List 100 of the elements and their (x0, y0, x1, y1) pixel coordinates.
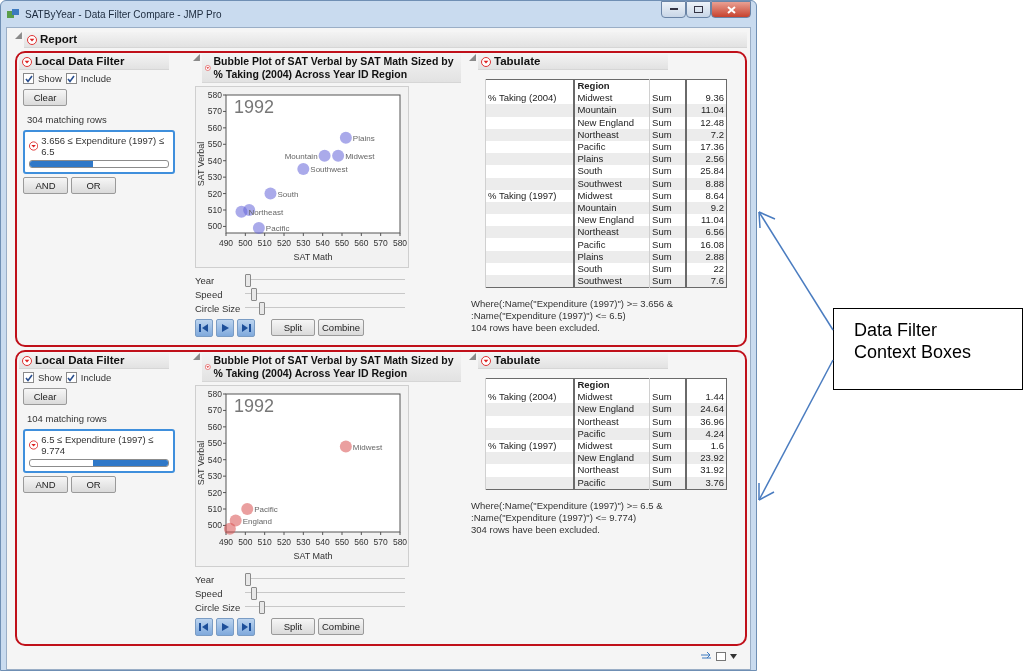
axis-tick-label: 530 (207, 471, 222, 482)
logic-button[interactable]: OR (71, 476, 116, 493)
axis-tick-label: 490 (218, 238, 234, 248)
axis-tick-label: 580 (392, 537, 408, 547)
table-cell: Sum (649, 128, 686, 141)
matching-rows-count: 104 matching rows (27, 413, 107, 424)
table-cell: Sum (649, 415, 686, 428)
outline-header[interactable]: Bubble Plot of SAT Verbal by SAT Math Sized by % Taking (2004) Across Year ID Region (201, 54, 461, 83)
animation-button[interactable]: Combine (318, 319, 364, 336)
outline-header[interactable]: Local Data Filter (19, 353, 169, 369)
animation-button[interactable]: Split (271, 618, 315, 635)
table-cell: Northeast (574, 128, 650, 141)
logic-button[interactable]: AND (23, 177, 68, 194)
table-cell: Pacific (574, 427, 650, 440)
checkbox-label: Show (38, 372, 62, 383)
outline-header[interactable]: Bubble Plot of SAT Verbal by SAT Math Sized by % Taking (2004) Across Year ID Region (201, 353, 461, 382)
axis-tick-label: 510 (257, 537, 272, 547)
axis-tick-label: 510 (207, 205, 222, 215)
axis-tick-label: 560 (207, 421, 222, 432)
axis-tick-label: 520 (207, 487, 222, 498)
table-cell: Sum (649, 427, 686, 440)
checkbox-label: Include (80, 372, 112, 383)
point-label: Midwest (345, 151, 375, 161)
axis-tick-label: 580 (392, 238, 408, 248)
point-label: Plains (352, 133, 375, 143)
table-cell: Mountain (574, 104, 650, 117)
table-cell: Pacific (574, 476, 650, 490)
outline-header[interactable]: Report (23, 32, 747, 48)
table-cell: New England (574, 403, 650, 416)
outline-title: Bubble Plot of SAT Verbal by SAT Math Sized by % Taking (2004) Across Year ID Region (213, 55, 455, 81)
outline-header[interactable]: Tabulate (478, 353, 668, 369)
logic-button[interactable]: OR (71, 177, 116, 194)
axis-tick-label: 540 (207, 454, 222, 465)
outline-header[interactable]: Local Data Filter (19, 54, 169, 70)
axis-title: SAT Verbal (196, 440, 206, 486)
point-label: Mountain (284, 151, 318, 161)
table-cell: Sum (649, 476, 686, 490)
where-clause: Where(:Name("Expenditure (1997)") >= 6.5 & :Name("Expenditure (1997)") <= 9.774) (471, 499, 664, 524)
slider-label: Speed (195, 288, 224, 300)
table-cell: Sum (649, 177, 686, 190)
point-label: Northeast (248, 207, 284, 217)
year-label: 1992 (234, 97, 275, 117)
animation-button[interactable]: Split (271, 319, 315, 336)
where-clause: Where(:Name("Expenditure (1997)") >= 3.656 & :Name("Expenditure (1997)") <= 6.5) (471, 298, 675, 323)
axis-tick-label: 520 (207, 188, 222, 199)
table-cell: Plains (574, 250, 650, 263)
axis-tick-label: 560 (354, 537, 369, 547)
table-cell: Sum (649, 153, 686, 166)
table-cell: Sum (649, 104, 686, 117)
table-cell: Sum (649, 189, 686, 202)
checkbox-label: Show (38, 73, 62, 84)
logic-button[interactable]: AND (23, 476, 68, 493)
matching-rows-count: 304 matching rows (27, 114, 107, 125)
table-cell: Northeast (574, 226, 650, 239)
point-label: Pacific (265, 224, 290, 234)
table-cell: 23.92 (685, 452, 727, 465)
axis-tick-label: 500 (207, 221, 222, 232)
slider-label: Circle Size (195, 601, 242, 613)
clear-button[interactable]: Clear (23, 89, 67, 106)
outline-title: Local Data Filter (35, 55, 125, 68)
table-cell: Sum (649, 464, 686, 477)
axis-tick-label: 550 (334, 537, 350, 547)
axis-tick-label: 530 (296, 537, 311, 547)
excluded-rows-note: 304 rows have been excluded. (471, 523, 601, 536)
outline-title: Bubble Plot of SAT Verbal by SAT Math Sized by % Taking (2004) Across Year ID Region (213, 354, 455, 380)
axis-tick-label: 550 (207, 139, 222, 150)
table-cell: Sum (649, 250, 686, 263)
axis-title: SAT Math (293, 551, 333, 561)
clear-button[interactable]: Clear (23, 388, 67, 405)
axis-title: SAT Verbal (196, 141, 206, 187)
table-cell: 2.56 (685, 153, 727, 166)
axis-tick-label: 570 (373, 537, 388, 547)
filter-condition: 6.5 ≤ Expenditure (1997) ≤ 9.774 (41, 434, 155, 456)
axis-tick-label: 580 (207, 389, 222, 399)
slider-label: Year (195, 573, 216, 585)
axis-tick-label: 550 (207, 438, 222, 449)
table-cell: 4.24 (685, 427, 727, 440)
filter-condition: 3.656 ≤ Expenditure (1997) ≤ 6.5 (41, 135, 166, 157)
axis-tick-label: 540 (315, 537, 330, 547)
table-cell: Sum (649, 275, 686, 288)
outline-title: Tabulate (494, 354, 541, 367)
axis-tick-label: 520 (276, 537, 292, 547)
table-cell: 8.88 (685, 177, 727, 190)
point-label: Southwest (310, 164, 348, 174)
axis-tick-label: 560 (207, 122, 222, 133)
table-cell: Mountain (574, 201, 650, 215)
point-label: Pacific (254, 505, 278, 514)
animation-button[interactable]: Combine (318, 618, 364, 635)
excluded-rows-note: 104 rows have been excluded. (471, 322, 601, 335)
axis-tick-label: 490 (218, 537, 234, 547)
axis-tick-label: 520 (276, 238, 292, 248)
table-cell: 7.6 (685, 275, 727, 288)
table-cell: 6.56 (685, 226, 727, 239)
outline-header[interactable]: Tabulate (478, 54, 668, 70)
table-cell: 7.2 (685, 128, 727, 141)
table-cell: Southwest (574, 275, 650, 288)
table-cell: 2.88 (685, 250, 727, 263)
table-cell: Sum (649, 201, 686, 215)
table-cell: % Taking (1997) (485, 189, 575, 202)
point-label: South (277, 189, 299, 199)
